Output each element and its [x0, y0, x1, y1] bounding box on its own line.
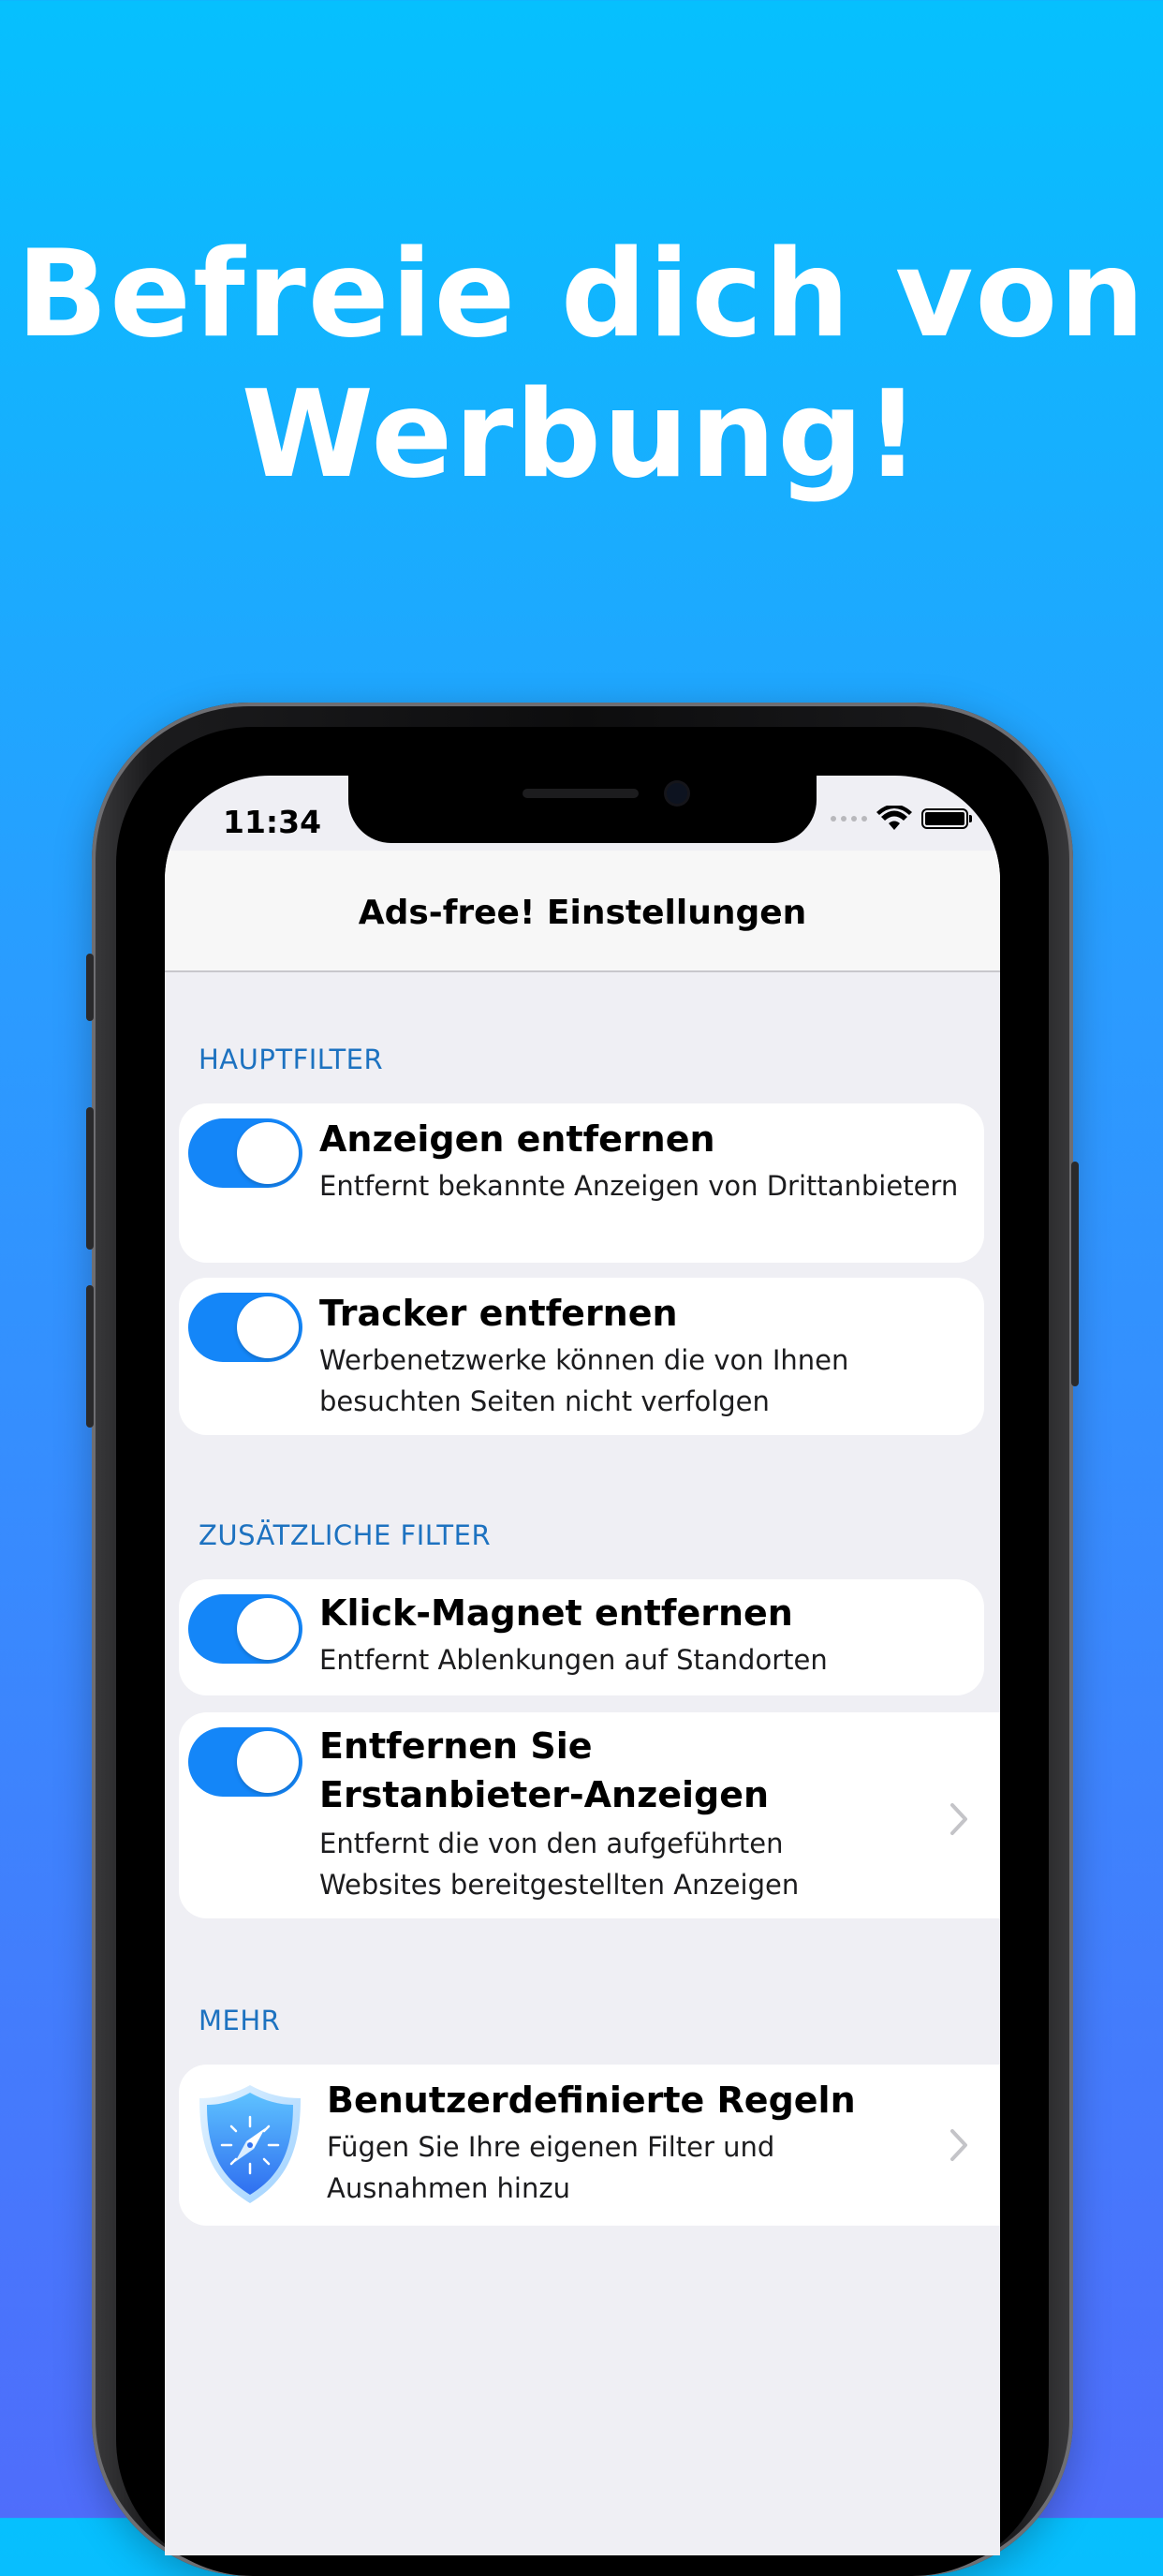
front-camera — [667, 783, 687, 804]
headline-line-1: Befreie dich von — [16, 225, 1147, 364]
toggle-knob — [237, 1296, 299, 1358]
toggle-knob — [237, 1122, 299, 1184]
toggle-klick-magnet-entfernen[interactable] — [188, 1594, 302, 1664]
setting-title: Benutzerdefinierte Regeln — [327, 2080, 856, 2121]
section-header-hauptfilter: HAUPTFILTER — [199, 1044, 384, 1075]
speaker-grille — [523, 789, 639, 798]
toggle-tracker-entfernen[interactable] — [188, 1293, 302, 1362]
navigation-bar: Ads-free! Einstellungen — [165, 851, 1000, 972]
setting-subtitle-line-2: Ausnahmen hinzu — [327, 2172, 570, 2204]
setting-title: Klick-Magnet entfernen — [319, 1592, 793, 1634]
phone-screen: 11:34 Ads-free! Einstellungen HAUPTFILTE… — [165, 776, 1000, 2555]
battery-icon — [921, 808, 972, 829]
setting-row-anzeigen-entfernen: Anzeigen entfernen Entfernt bekannte Anz… — [179, 1103, 984, 1263]
toggle-erstanbieter-anzeigen[interactable] — [188, 1727, 302, 1797]
setting-title-line-2: Erstanbieter-Anzeigen — [319, 1774, 770, 1815]
signal-dots-icon — [831, 816, 867, 822]
setting-title-line-1: Entfernen Sie — [319, 1725, 593, 1767]
setting-subtitle-line-2: besuchten Seiten nicht verfolgen — [319, 1385, 770, 1417]
toggle-knob — [237, 1598, 299, 1660]
notch — [348, 776, 817, 843]
setting-row-klick-magnet-entfernen: Klick-Magnet entfernen Entfernt Ablenkun… — [179, 1579, 984, 1695]
setting-title: Anzeigen entfernen — [319, 1118, 715, 1160]
setting-subtitle: Entfernt bekannte Anzeigen von Drittanbi… — [319, 1170, 959, 1202]
nav-title: Ads-free! Einstellungen — [358, 893, 807, 932]
phone-mute-switch — [86, 954, 94, 1021]
wifi-icon — [876, 806, 912, 830]
headline-line-2: Werbung! — [241, 365, 922, 505]
toggle-knob — [237, 1731, 299, 1793]
shield-compass-icon — [199, 2085, 301, 2203]
setting-title: Tracker entfernen — [319, 1293, 678, 1334]
setting-row-erstanbieter-anzeigen[interactable]: Entfernen Sie Erstanbieter-Anzeigen Entf… — [179, 1712, 1000, 1918]
phone-power-button — [1071, 1162, 1079, 1386]
setting-row-tracker-entfernen: Tracker entfernen Werbenetzwerke können … — [179, 1278, 984, 1435]
setting-subtitle-line-2: Websites bereitgestellten Anzeigen — [319, 1869, 800, 1901]
section-header-zusaetzliche-filter: ZUSÄTZLICHE FILTER — [199, 1519, 492, 1551]
toggle-anzeigen-entfernen[interactable] — [188, 1118, 302, 1188]
setting-row-benutzerdefinierte-regeln[interactable]: Benutzerdefinierte Regeln Fügen Sie Ihre… — [179, 2065, 1000, 2226]
promo-headline: Befreie dich von Werbung! — [0, 225, 1163, 506]
chevron-right-icon — [950, 2129, 967, 2161]
section-header-mehr: MEHR — [199, 2005, 281, 2036]
setting-subtitle-line-1: Entfernt die von den aufgeführten — [319, 1828, 784, 1859]
setting-subtitle: Entfernt Ablenkungen auf Standorten — [319, 1644, 828, 1676]
phone-volume-up-button — [86, 1107, 94, 1250]
phone-volume-down-button — [86, 1285, 94, 1428]
chevron-right-icon — [950, 1803, 967, 1835]
status-icons — [831, 806, 972, 832]
status-time: 11:34 — [223, 804, 322, 840]
setting-subtitle-line-1: Fügen Sie Ihre eigenen Filter und — [327, 2131, 775, 2163]
setting-subtitle-line-1: Werbenetzwerke können die von Ihnen — [319, 1344, 849, 1376]
